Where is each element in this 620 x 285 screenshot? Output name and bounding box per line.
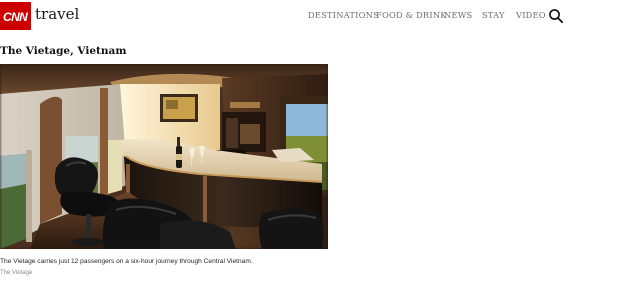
page-title: The Vietage, Vietnam	[0, 45, 127, 57]
article-photo[interactable]	[0, 64, 328, 249]
logo-text: CNN	[3, 10, 28, 24]
nav-item-stay[interactable]: STAY	[482, 10, 505, 20]
site-header: CNN travel DESTINATIONS FOOD & DRINK NEW…	[0, 0, 620, 34]
cnn-logo[interactable]: CNN	[0, 2, 31, 30]
photo-caption: The Vietage carries just 12 passengers o…	[0, 258, 253, 265]
section-name[interactable]: travel	[35, 5, 79, 23]
nav-item-destinations[interactable]: DESTINATIONS	[308, 10, 379, 20]
nav-item-video[interactable]: VIDEO	[516, 10, 546, 20]
nav-item-news[interactable]: NEWS	[444, 10, 472, 20]
search-icon[interactable]	[548, 8, 564, 24]
photo-credit: The Vietage	[0, 270, 33, 276]
nav-item-food-drink[interactable]: FOOD & DRINK	[376, 10, 447, 20]
